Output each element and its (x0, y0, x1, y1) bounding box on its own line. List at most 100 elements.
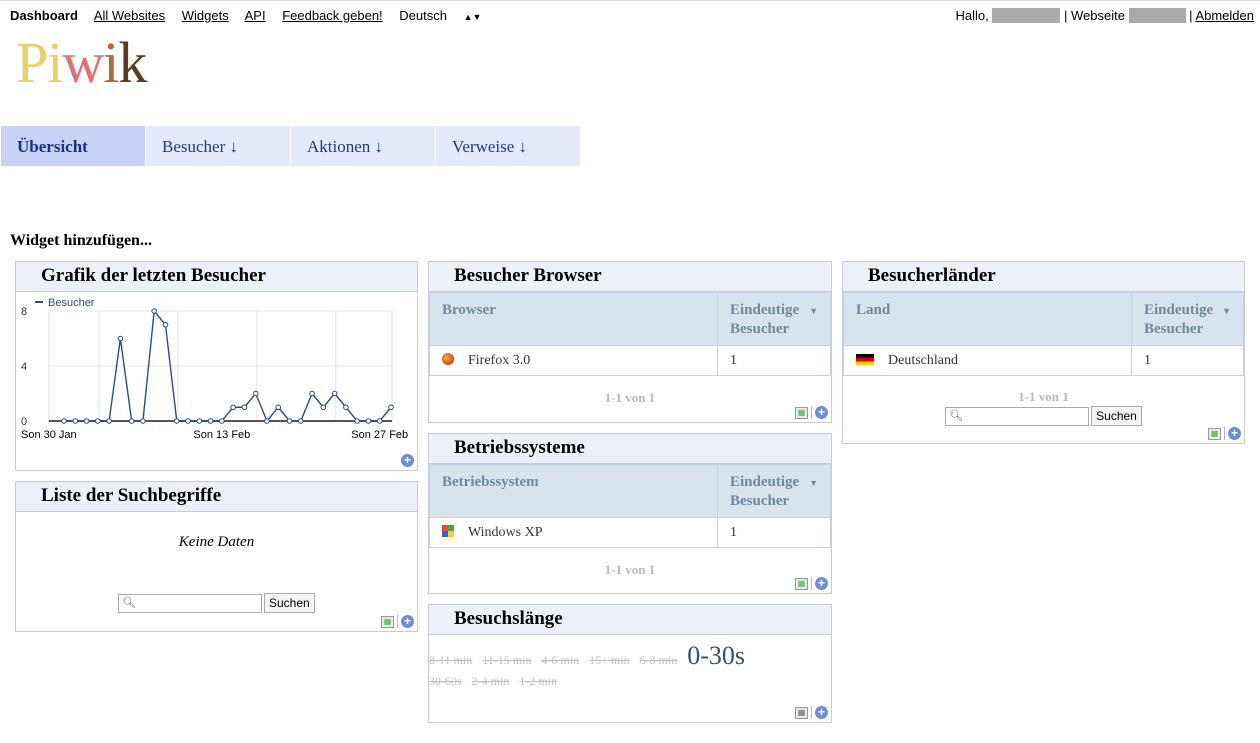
x-tick-label: Son 27 Feb (351, 429, 408, 441)
tag-item[interactable]: 4-6 min (541, 653, 579, 668)
api-link[interactable]: API (245, 8, 266, 23)
search-input[interactable] (118, 593, 262, 613)
add-icon[interactable]: + (815, 577, 828, 590)
add-icon[interactable]: + (401, 454, 414, 467)
top-bar: Dashboard All Websites Widgets API Feedb… (0, 0, 1260, 29)
data-point (140, 418, 146, 424)
add-icon[interactable]: + (401, 615, 414, 628)
data-point (196, 418, 203, 424)
data-point (376, 418, 383, 424)
search-icon: 🔍︎ (949, 409, 964, 422)
export-table-icon[interactable]: ▦ (1208, 427, 1221, 440)
user-area: Hallo, | Webseite | Abmelden (955, 8, 1254, 23)
column-header-country[interactable]: Land (843, 292, 1132, 346)
divider (811, 406, 812, 419)
data-point (83, 418, 90, 424)
widgets-link[interactable]: Widgets (182, 8, 229, 23)
logo-letter: i (47, 30, 63, 95)
tab-visitors[interactable]: Besucher ↓ (146, 126, 290, 166)
widget-title[interactable]: Grafik der letzten Besucher (16, 262, 417, 292)
data-point (309, 390, 315, 397)
divider (397, 615, 398, 628)
column-header-unique-visitors[interactable]: Eindeutige Besucher ▼ (717, 464, 831, 518)
table-icon[interactable]: ▦ (795, 706, 808, 719)
dashboard-link[interactable]: Dashboard (10, 8, 78, 23)
tag-item[interactable]: 8-11 min (429, 653, 472, 668)
website-label: | Webseite (1063, 8, 1125, 23)
row-label-cell: Windows XP (429, 517, 718, 548)
username-redacted (992, 8, 1061, 23)
column-header-os[interactable]: Betriebssystem (429, 464, 718, 518)
widget-title[interactable]: Besucherländer (843, 262, 1244, 292)
main-menu: Übersicht Besucher ↓ Aktionen ↓ Verweise… (1, 126, 581, 166)
tab-referrers[interactable]: Verweise ↓ (436, 126, 580, 166)
table-row[interactable]: Firefox 3.0 1 (429, 345, 831, 376)
export-table-icon[interactable]: ▦ (795, 406, 808, 419)
y-tick-label: 4 (21, 361, 27, 373)
sort-desc-icon: ▼ (809, 306, 818, 316)
visitors-line-chart: 0 4 8 Son 30 Jan Son 13 Feb Son 27 Feb Besuche… (21, 297, 408, 441)
data-point (61, 418, 67, 424)
logout-link[interactable]: Abmelden (1195, 8, 1254, 23)
add-icon[interactable]: + (1228, 427, 1241, 440)
export-table-icon[interactable]: ▦ (381, 615, 394, 628)
column-header-unique-visitors[interactable]: Eindeutige Besucher ▼ (717, 292, 831, 346)
all-websites-link[interactable]: All Websites (94, 8, 165, 23)
feedback-link[interactable]: Feedback geben! (282, 8, 382, 23)
data-point (230, 404, 236, 411)
table-row[interactable]: Windows XP 1 (429, 517, 831, 548)
tag-item[interactable]: 2-4 min (472, 674, 510, 689)
data-point (241, 404, 248, 411)
data-point (275, 404, 282, 411)
search-form: 🔍︎ Suchen (118, 593, 315, 613)
tab-actions[interactable]: Aktionen ↓ (291, 126, 435, 166)
tab-overview[interactable]: Übersicht (1, 126, 145, 166)
search-button[interactable]: Suchen (1091, 406, 1142, 426)
windows-icon (442, 524, 454, 537)
widget-title[interactable]: Besuchslänge (429, 605, 831, 635)
piwik-logo[interactable]: Piwik (16, 28, 147, 98)
widget-countries: Besucherländer Land Eindeutige Besucher … (842, 261, 1245, 444)
tag-item[interactable]: 1-2 min (519, 674, 557, 689)
data-point (297, 418, 304, 424)
export-table-icon[interactable]: ▦ (795, 577, 808, 590)
data-point (331, 390, 338, 397)
data-point (286, 418, 293, 424)
y-tick-label: 0 (21, 416, 27, 428)
hello-label: Hallo, (955, 8, 989, 23)
language-select[interactable]: Deutsch ▲▼ (399, 8, 494, 23)
search-input[interactable] (945, 406, 1090, 426)
data-point (219, 418, 225, 424)
add-icon[interactable]: + (815, 706, 828, 719)
pagination-label: 1-1 von 1 (1018, 389, 1069, 404)
row-value: 1 (717, 517, 831, 548)
data-point (354, 418, 360, 424)
data-point (252, 390, 259, 397)
add-icon[interactable]: + (815, 406, 828, 419)
logo-letter: w (62, 30, 104, 95)
table-row[interactable]: Deutschland 1 (843, 345, 1244, 376)
divider (1224, 427, 1225, 440)
no-data-label: Keine Daten (178, 534, 255, 550)
add-widget-menu[interactable]: Widget hinzufügen... (10, 232, 152, 250)
tag-item[interactable]: 6-8 min (640, 653, 678, 668)
column-header-label: Eindeutige Besucher (730, 302, 800, 337)
os-table: Betriebssystem Eindeutige Besucher ▼ Win… (429, 464, 831, 548)
search-icon: 🔍︎ (122, 596, 136, 609)
column-header-browser[interactable]: Browser (429, 292, 718, 346)
tag-item[interactable]: 11-15 min (482, 653, 531, 668)
firefox-icon (442, 352, 454, 365)
data-point (185, 418, 191, 424)
tag-item-largest[interactable]: 0-30s (687, 641, 745, 671)
column-header-label: Eindeutige Besucher (1144, 302, 1214, 337)
x-tick-label: Son 13 Feb (193, 429, 250, 441)
row-label-cell: Deutschland (843, 345, 1132, 376)
tag-item[interactable]: 30-60s (429, 674, 462, 689)
widget-title[interactable]: Besucher Browser (429, 262, 831, 292)
select-arrows-icon: ▲▼ (463, 12, 482, 22)
widget-title[interactable]: Betriebssysteme (429, 434, 831, 464)
column-header-unique-visitors[interactable]: Eindeutige Besucher ▼ (1131, 292, 1244, 346)
widget-title[interactable]: Liste der Suchbegriffe (16, 482, 417, 512)
tag-item[interactable]: 15+ min (589, 653, 629, 668)
search-button[interactable]: Suchen (264, 593, 315, 613)
